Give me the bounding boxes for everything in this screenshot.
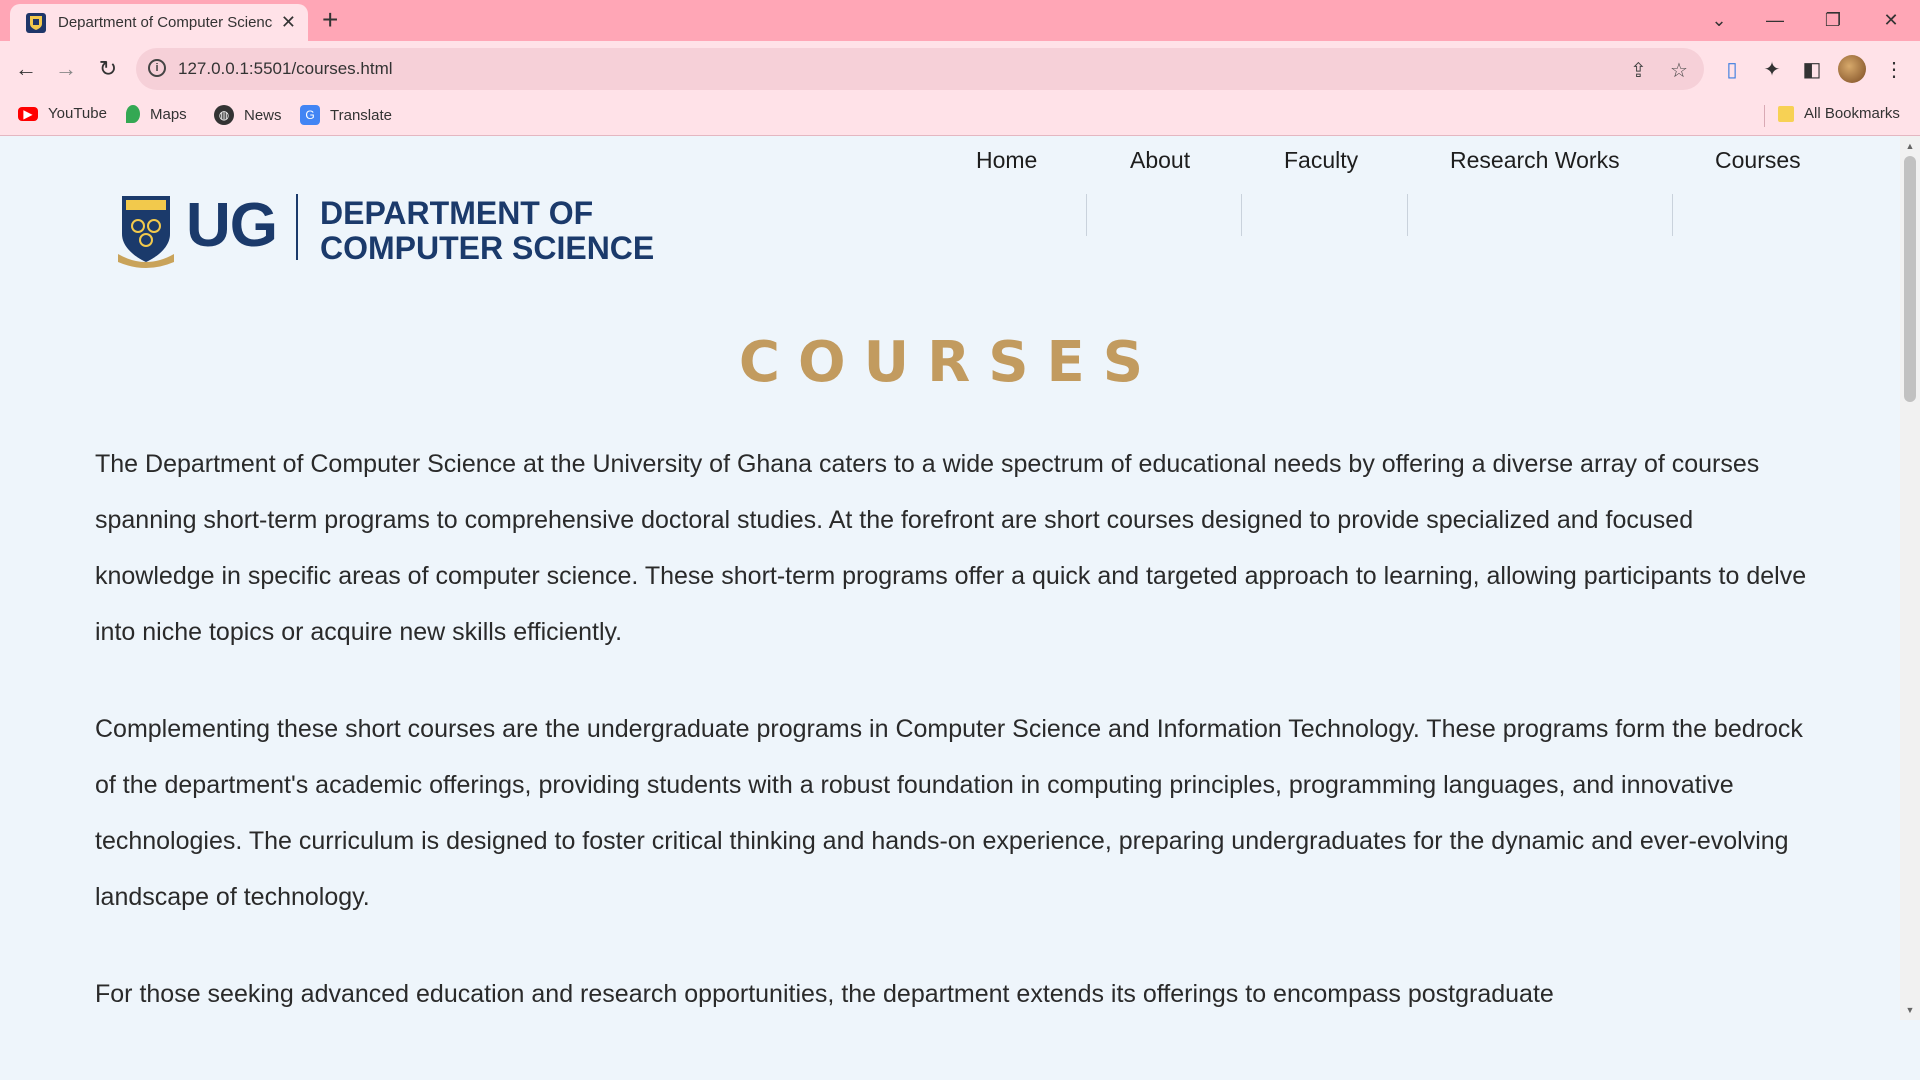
logo-divider [296, 194, 298, 260]
courses-paragraph: Complementing these short courses are th… [95, 715, 1803, 911]
nav-about[interactable]: About [1130, 136, 1190, 184]
site-logo[interactable]: UG DEPARTMENT OF COMPUTER SCIENCE [116, 192, 656, 274]
maps-icon [126, 105, 140, 123]
tab-close-icon[interactable]: ✕ [281, 13, 296, 31]
nav-divider [1407, 194, 1408, 236]
bookmark-label: Maps [150, 105, 187, 123]
youtube-icon: ▶ [18, 106, 38, 121]
address-bar[interactable]: i 127.0.0.1:5501/courses.html ⇪ ☆ [136, 48, 1704, 90]
forward-icon[interactable]: → [52, 55, 80, 83]
browser-tab[interactable]: Department of Computer Science ✕ [10, 4, 308, 41]
site-info-icon[interactable]: i [148, 59, 166, 77]
ug-crest-favicon-icon [26, 12, 46, 33]
share-icon[interactable]: ⇪ [1630, 58, 1647, 83]
nav-faculty[interactable]: Faculty [1284, 136, 1358, 184]
menu-kebab-icon[interactable]: ⋮ [1880, 55, 1908, 83]
profile-avatar[interactable] [1838, 55, 1866, 83]
bookmarks-bar: ▶ YouTube Maps ◍ News G Translate All Bo… [0, 97, 1920, 136]
all-bookmarks-button[interactable]: All Bookmarks [1778, 105, 1900, 122]
news-icon: ◍ [214, 105, 234, 125]
folder-icon [1778, 105, 1794, 122]
nav-research-works[interactable]: Research Works [1450, 136, 1620, 184]
logo-ug-text: UG [186, 191, 278, 260]
scroll-up-icon[interactable]: ▲ [1904, 140, 1916, 152]
bookmark-news[interactable]: ◍ News [214, 105, 282, 125]
nav-divider [1086, 194, 1087, 236]
page-viewport: UG DEPARTMENT OF COMPUTER SCIENCE Home A… [0, 136, 1900, 1020]
scroll-down-icon[interactable]: ▼ [1904, 1004, 1916, 1016]
translate-icon: G [300, 105, 320, 125]
nav-courses[interactable]: Courses [1715, 136, 1801, 184]
all-bookmarks-label: All Bookmarks [1804, 105, 1900, 122]
tab-title: Department of Computer Science [58, 14, 273, 31]
bookmark-label: YouTube [48, 105, 107, 122]
courses-paragraph: The Department of Computer Science at th… [95, 450, 1807, 646]
restore-icon[interactable]: ❐ [1804, 0, 1862, 41]
back-icon[interactable]: ← [12, 55, 40, 83]
bookmarks-divider [1764, 105, 1765, 127]
extension-icon[interactable]: ▯ [1718, 55, 1746, 83]
bookmark-star-icon[interactable]: ☆ [1670, 58, 1688, 83]
tab-search-chevron-icon[interactable]: ⌄ [1690, 0, 1748, 41]
scroll-thumb[interactable] [1904, 156, 1916, 402]
side-panel-icon[interactable]: ◧ [1798, 55, 1826, 83]
nav-divider [1672, 194, 1673, 236]
bookmark-translate[interactable]: G Translate [300, 105, 392, 125]
page-scrollbar[interactable]: ▲ ▼ [1900, 136, 1920, 1020]
bookmark-label: News [244, 106, 282, 124]
new-tab-icon[interactable]: + [322, 6, 338, 34]
bookmark-maps[interactable]: Maps [126, 105, 187, 123]
bookmark-label: Translate [330, 106, 392, 124]
bookmark-youtube[interactable]: ▶ YouTube [18, 105, 107, 122]
reload-icon[interactable]: ↻ [94, 55, 122, 83]
page-title: COURSES [738, 330, 1162, 395]
extensions-puzzle-icon[interactable]: ✦ [1758, 55, 1786, 83]
nav-divider [1241, 194, 1242, 236]
browser-tab-bar: Department of Computer Science ✕ + ⌄ — ❐… [0, 0, 1920, 41]
ug-crest-icon [118, 196, 174, 268]
close-window-icon[interactable]: ✕ [1862, 0, 1920, 41]
nav-home[interactable]: Home [976, 136, 1037, 184]
logo-department-text: DEPARTMENT OF COMPUTER SCIENCE [320, 195, 655, 266]
browser-toolbar: ← → ↻ i 127.0.0.1:5501/courses.html ⇪ ☆ … [0, 41, 1920, 97]
url-text: 127.0.0.1:5501/courses.html [178, 59, 393, 78]
courses-paragraph: For those seeking advanced education and… [95, 980, 1554, 1008]
minimize-icon[interactable]: — [1746, 0, 1804, 41]
